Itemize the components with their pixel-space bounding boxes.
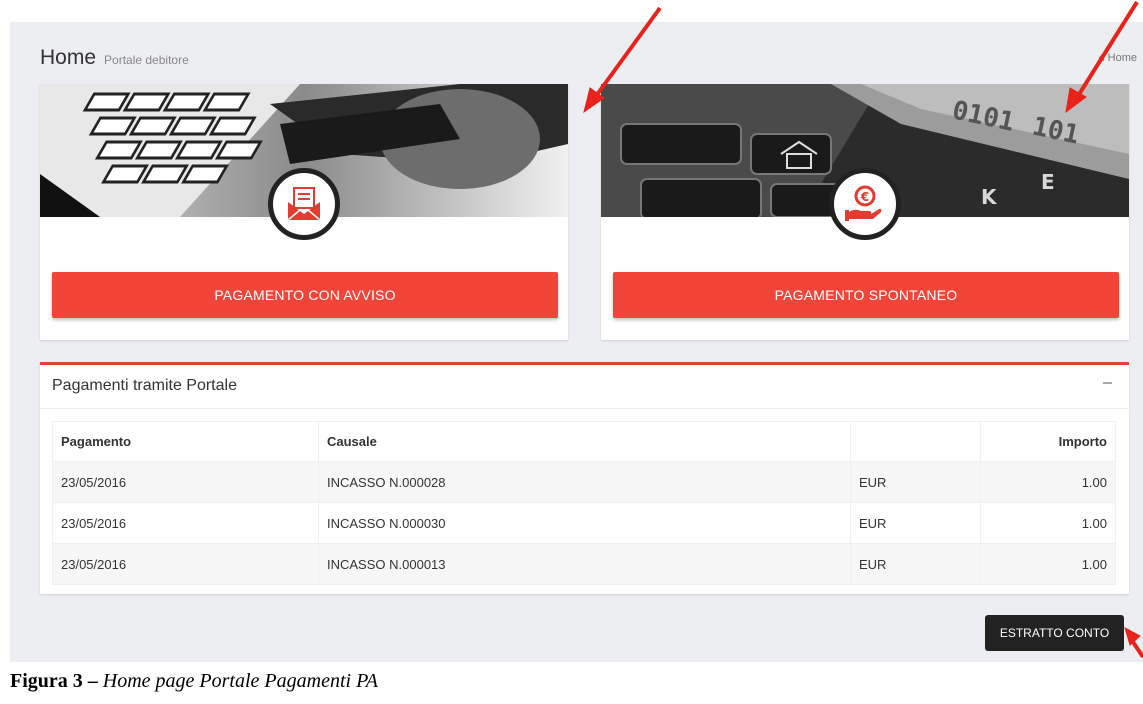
cell-causale: INCASSO N.000030	[318, 502, 851, 544]
cell-amount: 1.00	[980, 543, 1116, 585]
cell-date: 23/05/2016	[52, 543, 319, 585]
card-pagamento-spontaneo: 0101 101 K E € PAGAMENTO SPONTANEO	[601, 84, 1129, 340]
envelope-document-icon	[268, 168, 340, 240]
box-title: Pagamenti tramite Portale	[52, 377, 237, 394]
col-header-pagamento[interactable]: Pagamento	[52, 421, 319, 462]
cell-date: 23/05/2016	[52, 461, 319, 503]
breadcrumb[interactable]: ⌂ Home	[1098, 52, 1137, 64]
pagamenti-portale-box: Pagamenti tramite Portale Pagamento Caus…	[40, 362, 1129, 594]
svg-text:€: €	[860, 190, 869, 204]
payments-table: Pagamento Causale Importo 23/05/2016 INC…	[52, 421, 1116, 585]
portal-screenshot: Home Portale debitore ⌂ Home PAGAMENTO C…	[10, 22, 1143, 662]
table-header-row: Pagamento Causale Importo	[52, 421, 1116, 462]
cell-causale: INCASSO N.000028	[318, 461, 851, 503]
col-header-importo[interactable]: Importo	[980, 421, 1116, 462]
box-header: Pagamenti tramite Portale	[40, 365, 1129, 409]
svg-text:E: E	[1041, 170, 1055, 194]
estratto-conto-button[interactable]: ESTRATTO CONTO	[985, 615, 1124, 651]
caption-text: Home page Portale Pagamenti PA	[97, 670, 378, 692]
cell-date: 23/05/2016	[52, 502, 319, 544]
figure-caption: Figura 3 – Home page Portale Pagamenti P…	[10, 670, 378, 693]
pagamento-spontaneo-button[interactable]: PAGAMENTO SPONTANEO	[613, 272, 1119, 318]
cell-currency: EUR	[850, 543, 981, 585]
page-subtitle: Portale debitore	[104, 53, 189, 67]
hand-euro-coin-icon: €	[829, 168, 901, 240]
page-header: Home Portale debitore	[40, 46, 189, 70]
caption-label: Figura 3 –	[10, 670, 98, 692]
collapse-minus-icon[interactable]	[1099, 375, 1115, 391]
col-header-currency	[850, 421, 981, 462]
table-row[interactable]: 23/05/2016 INCASSO N.000030 EUR 1.00	[52, 502, 1116, 544]
page-title: Home	[40, 46, 97, 69]
svg-text:K: K	[981, 185, 998, 209]
home-icon: ⌂	[1098, 52, 1105, 64]
col-header-causale[interactable]: Causale	[318, 421, 851, 462]
cell-currency: EUR	[850, 461, 981, 503]
cell-currency: EUR	[850, 502, 981, 544]
table-row[interactable]: 23/05/2016 INCASSO N.000013 EUR 1.00	[52, 543, 1116, 585]
cell-amount: 1.00	[980, 502, 1116, 544]
table-row[interactable]: 23/05/2016 INCASSO N.000028 EUR 1.00	[52, 461, 1116, 503]
cell-causale: INCASSO N.000013	[318, 543, 851, 585]
cell-amount: 1.00	[980, 461, 1116, 503]
breadcrumb-home[interactable]: Home	[1108, 52, 1137, 64]
pagamento-con-avviso-button[interactable]: PAGAMENTO CON AVVISO	[52, 272, 558, 318]
card-pagamento-avviso: PAGAMENTO CON AVVISO	[40, 84, 568, 340]
